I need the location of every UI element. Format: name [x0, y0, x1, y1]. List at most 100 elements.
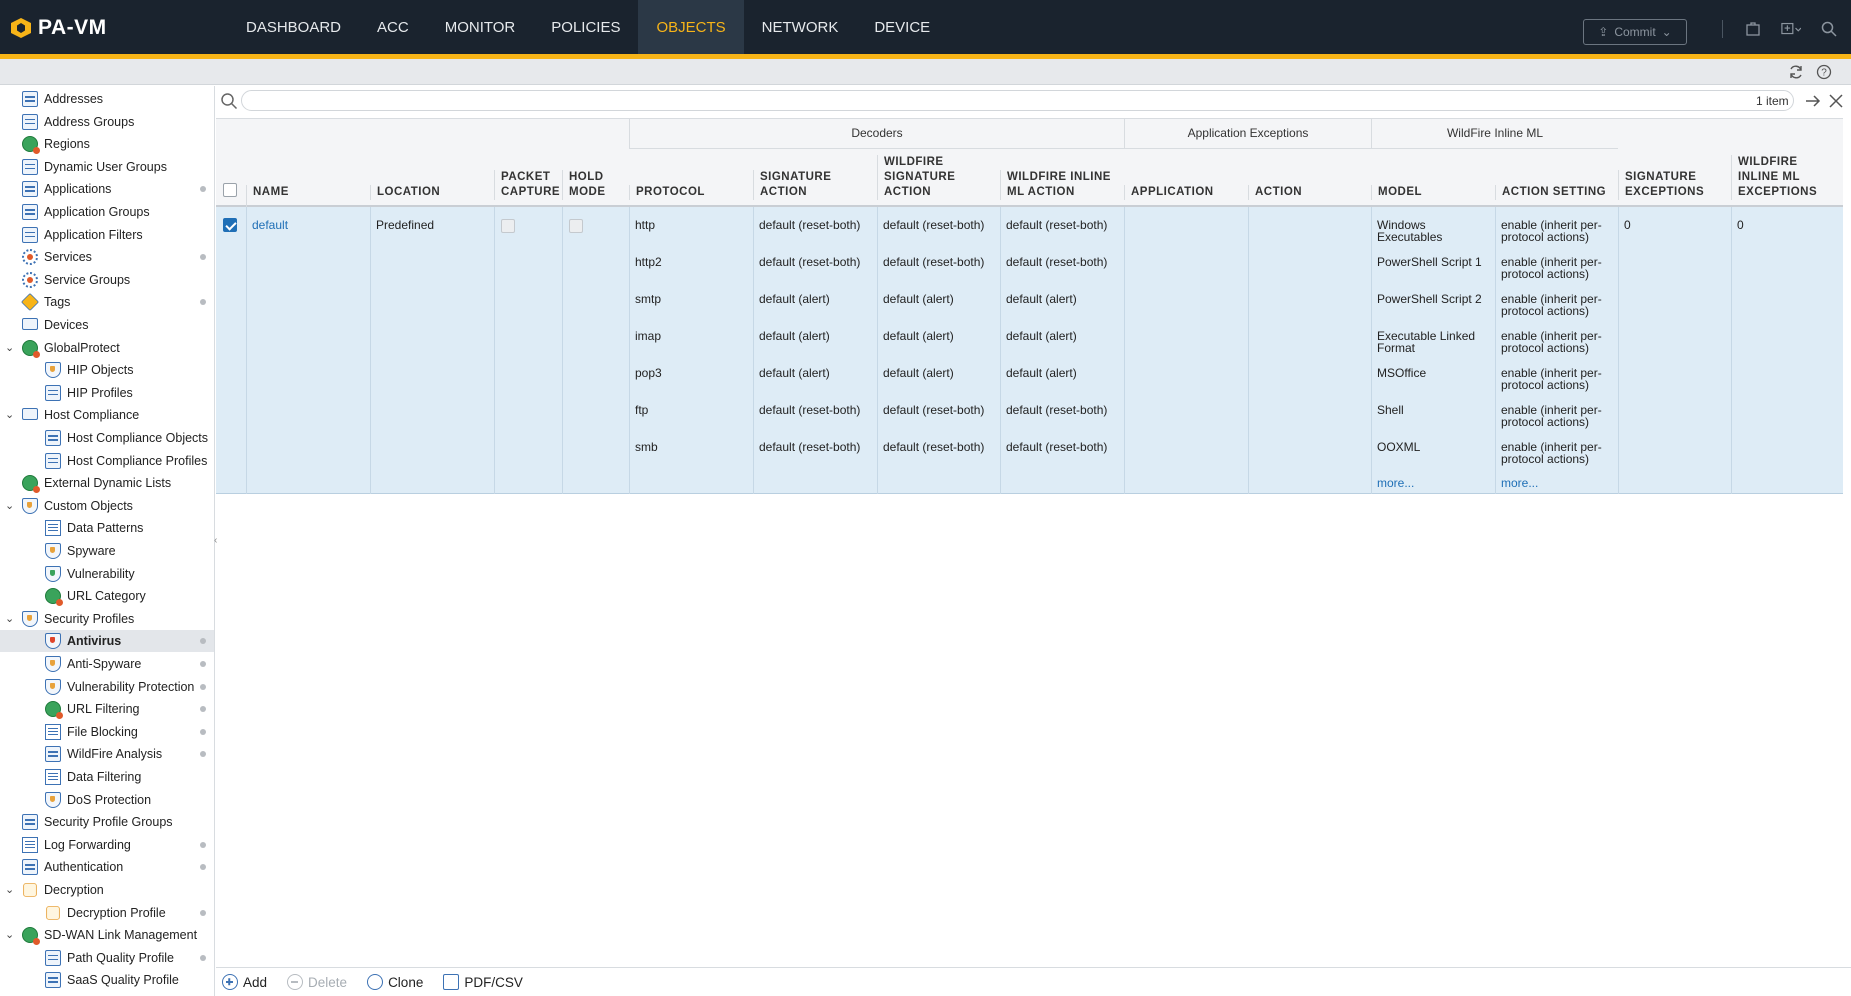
sidebar-item-host-compliance[interactable]: ⌄ Host Compliance [0, 404, 214, 426]
sidebar-item-service-groups[interactable]: Service Groups [0, 269, 214, 291]
sidebar-collapse-handle[interactable]: ‹ [214, 535, 220, 551]
column-header-wildfire-signature-action[interactable]: WILDFIRE SIGNATURE ACTION [877, 155, 1000, 200]
column-header-location[interactable]: LOCATION [370, 185, 494, 200]
sidebar-item-anti-spyware[interactable]: Anti-Spyware [0, 653, 214, 675]
apply-filter-icon[interactable] [1804, 92, 1822, 110]
column-header-action[interactable]: ACTION [1248, 185, 1371, 200]
refresh-icon[interactable] [1786, 62, 1806, 82]
column-header-model[interactable]: MODEL [1371, 185, 1495, 200]
column-header-application[interactable]: APPLICATION [1124, 185, 1248, 200]
filter-input[interactable] [241, 90, 1794, 111]
chevron-down-icon[interactable]: ⌄ [5, 500, 15, 511]
sidebar-item-addresses[interactable]: Addresses [0, 88, 214, 110]
sidebar-item-devices[interactable]: Devices [0, 314, 214, 336]
sidebar-item-external-dynamic-lists[interactable]: External Dynamic Lists [0, 472, 214, 494]
tab-monitor[interactable]: MONITOR [427, 0, 534, 54]
row-select-checkbox[interactable] [223, 218, 237, 232]
sidebar-item-path-quality-profile[interactable]: Path Quality Profile [0, 947, 214, 969]
sidebar-item-data-patterns[interactable]: Data Patterns [0, 517, 214, 539]
application-filter-icon [22, 226, 38, 243]
column-header-wildfire-inline-ml-action[interactable]: WILDFIRE INLINE ML ACTION [1000, 170, 1124, 200]
table-row[interactable]: default Predefined 0 0 more... more... h… [216, 207, 1843, 494]
pdf-csv-button[interactable]: PDF/CSV [443, 974, 523, 990]
sidebar-item-label: SaaS Quality Profile [67, 973, 179, 988]
chevron-down-icon[interactable]: ⌄ [5, 342, 15, 353]
lock-config-icon[interactable] [1743, 19, 1763, 39]
sidebar-item-vulnerability-protection[interactable]: Vulnerability Protection [0, 676, 214, 698]
sidebar-item-security-profile-groups[interactable]: Security Profile Groups [0, 811, 214, 833]
tab-acc[interactable]: ACC [359, 0, 427, 54]
sidebar-item-url-category[interactable]: URL Category [0, 585, 214, 607]
action-setting-more-link[interactable]: more... [1495, 477, 1538, 489]
sidebar-item-globalprotect[interactable]: ⌄ GlobalProtect [0, 337, 214, 359]
status-dot [200, 909, 206, 916]
sidebar-item-file-blocking[interactable]: File Blocking [0, 721, 214, 743]
column-header-packet-capture[interactable]: PACKET CAPTURE [494, 170, 562, 200]
sidebar-item-saas-quality-profile[interactable]: SaaS Quality Profile [0, 969, 214, 991]
profile-name-link[interactable]: default [246, 219, 288, 231]
sidebar-item-wildfire-analysis[interactable]: WildFire Analysis [0, 743, 214, 765]
sidebar-item-host-compliance-profiles[interactable]: Host Compliance Profiles [0, 450, 214, 472]
tab-policies[interactable]: POLICIES [533, 0, 638, 54]
column-header-protocol[interactable]: PROTOCOL [629, 185, 753, 200]
sidebar-item-tags[interactable]: Tags [0, 291, 214, 313]
column-header-signature-action[interactable]: SIGNATURE ACTION [753, 170, 877, 200]
column-header-wildfire-inline-ml-exceptions[interactable]: WILDFIRE INLINE ML EXCEPTIONS [1731, 155, 1843, 200]
sidebar-item-hip-objects[interactable]: HIP Objects [0, 359, 214, 381]
select-all-checkbox[interactable] [223, 183, 237, 197]
search-icon[interactable] [1819, 19, 1839, 39]
sidebar-item-address-groups[interactable]: Address Groups [0, 111, 214, 133]
sidebar-item-host-compliance-objects[interactable]: Host Compliance Objects [0, 427, 214, 449]
sidebar-item-dos-protection[interactable]: DoS Protection [0, 789, 214, 811]
column-header-hold-mode[interactable]: HOLD MODE [562, 170, 629, 200]
sidebar-item-dynamic-user-groups[interactable]: Dynamic User Groups [0, 156, 214, 178]
sidebar-item-custom-objects[interactable]: ⌄ Custom Objects [0, 495, 214, 517]
sidebar-item-application-groups[interactable]: Application Groups [0, 201, 214, 223]
sidebar-item-sd-wan-link-management[interactable]: ⌄ SD-WAN Link Management [0, 924, 214, 946]
sidebar-item-hip-profiles[interactable]: HIP Profiles [0, 382, 214, 404]
help-icon[interactable]: ? [1814, 62, 1834, 82]
sidebar-item-security-profiles[interactable]: ⌄ Security Profiles [0, 608, 214, 630]
tab-network[interactable]: NETWORK [744, 0, 857, 54]
decoder-wildfire-inline-ml-action: default (alert) [1006, 366, 1077, 380]
sidebar-item-vulnerability[interactable]: Vulnerability [0, 563, 214, 585]
sidebar-item-applications[interactable]: Applications [0, 178, 214, 200]
column-header-name[interactable]: NAME [246, 185, 370, 208]
sidebar-item-decryption-profile[interactable]: Decryption Profile [0, 902, 214, 924]
vulnerability-protection-icon [45, 678, 61, 695]
tab-device[interactable]: DEVICE [856, 0, 948, 54]
sidebar-item-authentication[interactable]: Authentication [0, 856, 214, 878]
model-more-link[interactable]: more... [1371, 477, 1414, 489]
sidebar-item-label: Dynamic User Groups [44, 159, 167, 174]
sidebar-item-spyware[interactable]: Spyware [0, 540, 214, 562]
sidebar-item-log-forwarding[interactable]: Log Forwarding [0, 834, 214, 856]
commit-button[interactable]: ⇪ Commit ⌄ [1583, 19, 1687, 45]
config-menu-icon[interactable] [1781, 19, 1801, 39]
host-compliance-profiles-icon [45, 452, 61, 469]
data-filtering-icon [45, 769, 61, 785]
host-compliance-objects-icon [45, 430, 61, 446]
pdf-csv-icon [443, 974, 460, 990]
hip-objects-icon [45, 362, 61, 379]
app-logo[interactable]: PA-VM [10, 16, 107, 40]
column-header-signature-exceptions[interactable]: SIGNATURE EXCEPTIONS [1618, 170, 1731, 200]
sidebar-item-regions[interactable]: Regions [0, 133, 214, 155]
sidebar-item-url-filtering[interactable]: URL Filtering [0, 698, 214, 720]
sidebar-item-decryption[interactable]: ⌄ Decryption [0, 879, 214, 901]
chevron-down-icon[interactable]: ⌄ [5, 930, 15, 941]
sidebar-item-data-filtering[interactable]: Data Filtering [0, 766, 214, 788]
tab-dashboard[interactable]: DASHBOARD [228, 0, 359, 54]
add-button[interactable]: Add [222, 974, 267, 990]
clear-filter-icon[interactable] [1827, 92, 1845, 110]
sidebar-item-application-filters[interactable]: Application Filters [0, 224, 214, 246]
delete-button[interactable]: Delete [287, 974, 347, 990]
clone-button[interactable]: Clone [367, 974, 423, 990]
sidebar-item-antivirus[interactable]: Antivirus [0, 630, 214, 653]
sidebar-item-services[interactable]: Services [0, 246, 214, 268]
chevron-down-icon[interactable]: ⌄ [5, 885, 15, 896]
tab-objects[interactable]: OBJECTS [638, 0, 744, 54]
column-header-action-setting[interactable]: ACTION SETTING [1495, 185, 1618, 200]
chevron-down-icon[interactable]: ⌄ [5, 613, 15, 624]
chevron-down-icon[interactable]: ⌄ [5, 410, 15, 421]
decoder-wildfire-signature-action: default (reset-both) [883, 440, 985, 454]
